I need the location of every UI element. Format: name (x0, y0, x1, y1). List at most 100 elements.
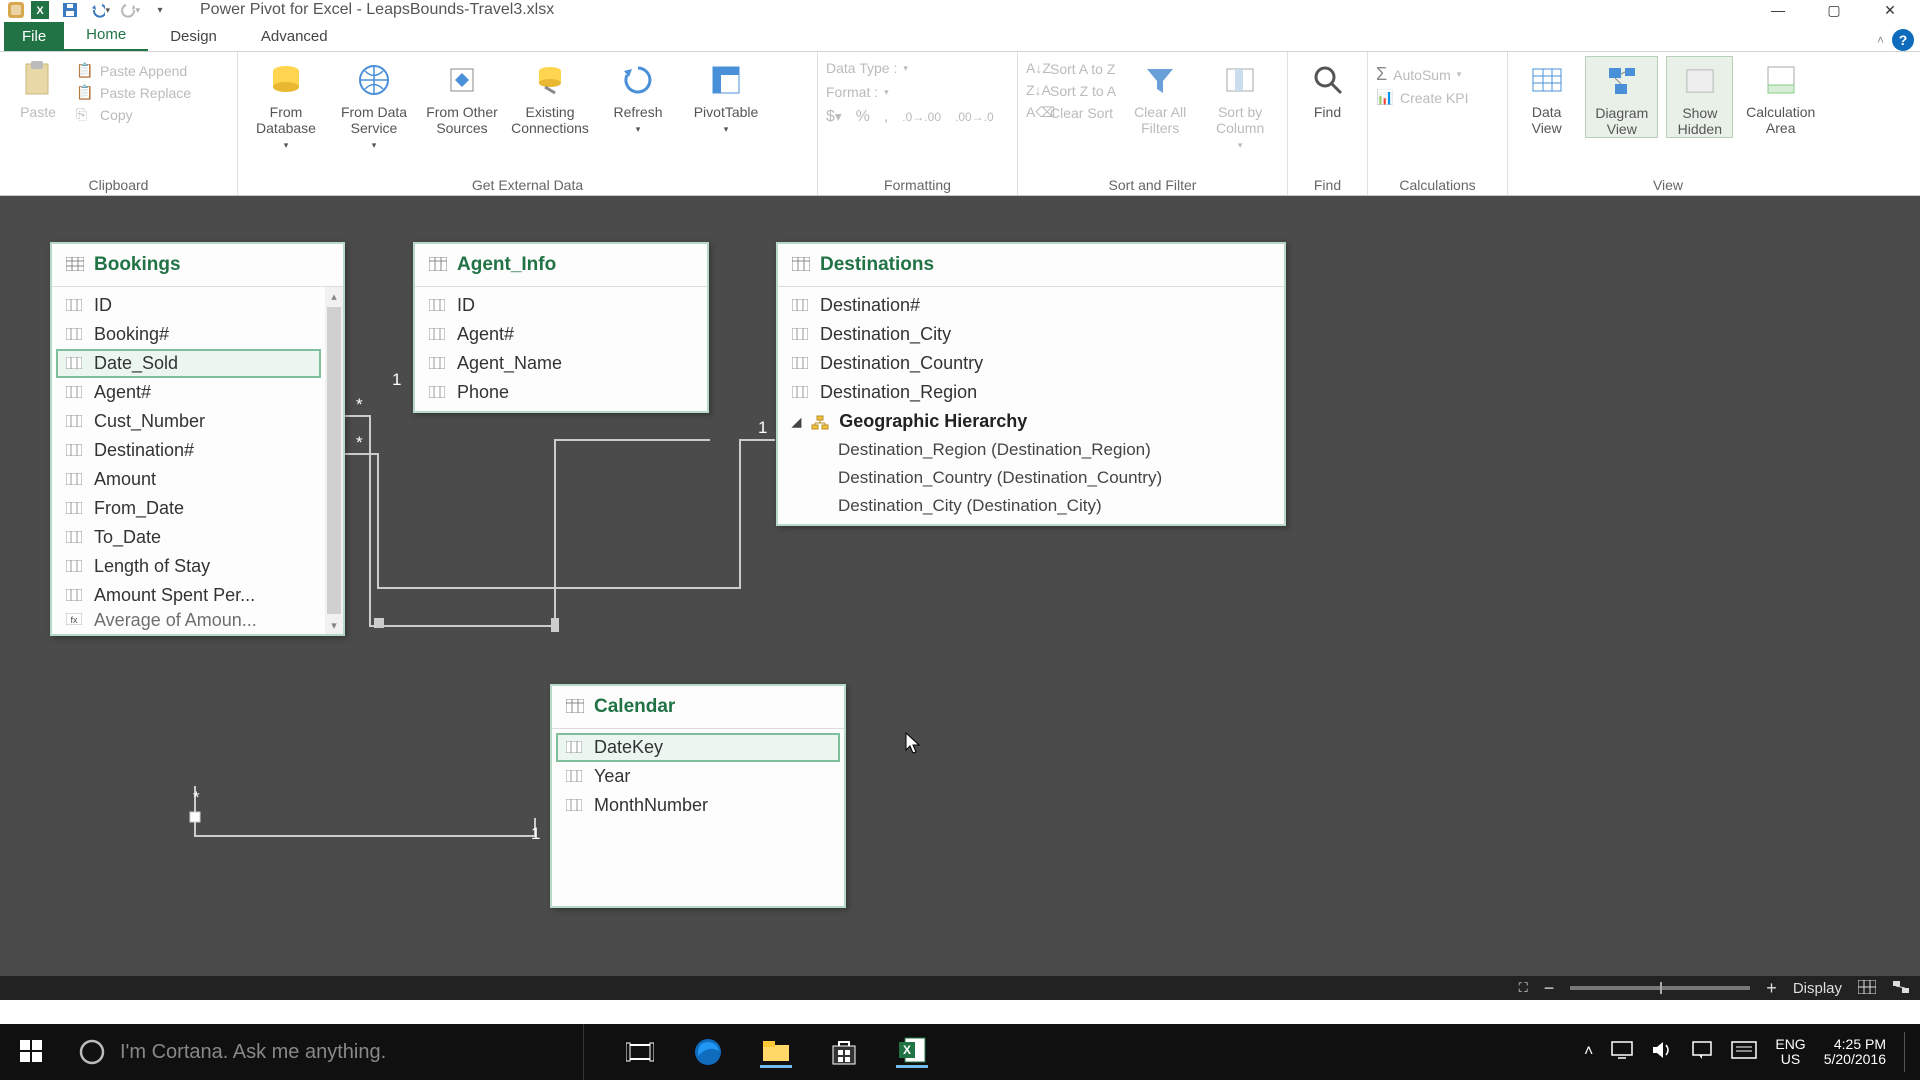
excel-icon[interactable]: X (30, 0, 50, 20)
help-icon[interactable]: ? (1892, 29, 1914, 51)
diagram-view-button[interactable]: Diagram View (1585, 56, 1658, 138)
close-button[interactable]: ✕ (1866, 0, 1914, 20)
design-tab[interactable]: Design (148, 22, 239, 51)
paste-replace-button[interactable]: 📋Paste Replace (76, 82, 191, 104)
refresh-button[interactable]: Refresh▾ (598, 56, 678, 135)
collapse-ribbon-icon[interactable]: ˄ (1877, 33, 1884, 47)
advanced-tab[interactable]: Advanced (239, 22, 350, 51)
existing-connections-button[interactable]: Existing Connections (510, 56, 590, 136)
data-type-selector[interactable]: Data Type : ▾ (826, 58, 1009, 78)
field[interactable]: Agent# (419, 320, 703, 349)
calc-area-button[interactable]: Calculation Area (1741, 56, 1820, 136)
field[interactable]: Amount (56, 465, 321, 494)
field[interactable]: Agent# (56, 378, 321, 407)
hierarchy-level[interactable]: Destination_Region (Destination_Region) (782, 436, 1280, 464)
field[interactable]: Destination_City (782, 320, 1280, 349)
scroll-thumb[interactable] (327, 307, 341, 614)
maximize-button[interactable]: ▢ (1810, 0, 1858, 20)
hierarchy-level[interactable]: Destination_Country (Destination_Country… (782, 464, 1280, 492)
sort-by-column-button[interactable]: Sort by Column▾ (1204, 56, 1276, 151)
minimize-button[interactable]: — (1754, 0, 1802, 20)
clock[interactable]: 4:25 PM5/20/2016 (1824, 1037, 1886, 1068)
edge-icon[interactable] (692, 1036, 724, 1068)
home-tab[interactable]: Home (64, 20, 148, 51)
field[interactable]: ID (419, 291, 703, 320)
tray-keyboard-icon[interactable] (1731, 1041, 1757, 1064)
hierarchy-level[interactable]: Destination_City (Destination_City) (782, 492, 1280, 520)
field[interactable]: Destination# (782, 291, 1280, 320)
table-destinations[interactable]: Destinations Destination# Destination_Ci… (776, 242, 1286, 526)
copy-button[interactable]: ⎘Copy (76, 104, 191, 126)
tray-notifications-icon[interactable] (1691, 1040, 1713, 1065)
tray-volume-icon[interactable] (1651, 1040, 1673, 1065)
find-button[interactable]: Find (1296, 56, 1359, 120)
table-calendar[interactable]: Calendar DateKey Year MonthNumber (550, 684, 846, 908)
table-bookings[interactable]: Bookings ID Booking# Date_Sold Agent# Cu… (50, 242, 345, 636)
diagram-canvas[interactable]: * * 1 1 * 1 Bookings ID Booking# Date_So… (0, 196, 1920, 976)
scroll-up-icon[interactable]: ▴ (325, 287, 343, 305)
hierarchy[interactable]: ◢Geographic Hierarchy (782, 407, 1280, 436)
paste-button[interactable]: Paste (8, 56, 68, 120)
save-icon[interactable] (60, 0, 80, 20)
data-view-button[interactable]: Data View (1516, 56, 1577, 136)
field[interactable]: MonthNumber (556, 791, 840, 820)
task-view-icon[interactable] (624, 1036, 656, 1068)
field[interactable]: Destination# (56, 436, 321, 465)
fit-screen-icon[interactable]: ⛶ (1519, 980, 1528, 996)
table-agent-info[interactable]: Agent_Info ID Agent# Agent_Name Phone (413, 242, 709, 413)
start-button[interactable] (0, 1024, 64, 1080)
field[interactable]: Destination_Country (782, 349, 1280, 378)
field[interactable]: Destination_Region (782, 378, 1280, 407)
clear-filters-button[interactable]: Clear All Filters (1124, 56, 1196, 136)
field[interactable]: Cust_Number (56, 407, 321, 436)
scrollbar[interactable]: ▴ ▾ (325, 287, 343, 634)
pivottable-button[interactable]: PivotTable▾ (686, 56, 766, 135)
field[interactable]: ID (56, 291, 321, 320)
zoom-out-icon[interactable]: − (1544, 978, 1555, 999)
from-database-button[interactable]: From Database▾ (246, 56, 326, 151)
comma-icon[interactable]: , (884, 108, 888, 126)
create-kpi-button[interactable]: 📊Create KPI (1376, 87, 1468, 109)
file-explorer-icon[interactable] (760, 1036, 792, 1068)
paste-append-button[interactable]: 📋Paste Append (76, 60, 191, 82)
show-hidden-button[interactable]: Show Hidden (1666, 56, 1733, 138)
from-other-sources-button[interactable]: From Other Sources (422, 56, 502, 136)
tray-chevron-icon[interactable]: ˄ (1584, 1043, 1593, 1061)
sort-az-button[interactable]: A↓ZSort A to Z (1026, 58, 1116, 80)
grid-view-icon[interactable] (1858, 980, 1876, 997)
sort-za-button[interactable]: Z↓ASort Z to A (1026, 80, 1116, 102)
excel-taskbar-icon[interactable]: X (896, 1036, 928, 1068)
zoom-slider[interactable] (1570, 986, 1750, 990)
expand-icon[interactable]: ◢ (792, 415, 801, 429)
cortana-search[interactable]: I'm Cortana. Ask me anything. (64, 1024, 584, 1080)
diagram-view-icon[interactable] (1892, 980, 1910, 997)
field[interactable]: From_Date (56, 494, 321, 523)
qat-customize-icon[interactable]: ▾ (150, 0, 170, 20)
decrease-decimal-icon[interactable]: .00→.0 (955, 110, 994, 124)
undo-icon[interactable]: ▾ (90, 0, 110, 20)
increase-decimal-icon[interactable]: .0→.00 (902, 110, 941, 124)
scroll-down-icon[interactable]: ▾ (325, 616, 343, 634)
field[interactable]: fxAverage of Amoun... (56, 610, 321, 630)
field-selected[interactable]: DateKey (556, 733, 840, 762)
from-data-service-button[interactable]: From Data Service▾ (334, 56, 414, 151)
store-icon[interactable] (828, 1036, 860, 1068)
field[interactable]: To_Date (56, 523, 321, 552)
autosum-button[interactable]: ΣAutoSum ▾ (1376, 62, 1468, 87)
file-tab[interactable]: File (4, 22, 64, 51)
show-desktop-button[interactable] (1904, 1032, 1910, 1072)
redo-icon[interactable]: ▾ (120, 0, 140, 20)
format-selector[interactable]: Format : ▾ (826, 82, 1009, 102)
field[interactable]: Amount Spent Per... (56, 581, 321, 610)
field[interactable]: Agent_Name (419, 349, 703, 378)
field-selected[interactable]: Date_Sold (56, 349, 321, 378)
field[interactable]: Booking# (56, 320, 321, 349)
clear-sort-button[interactable]: A⌫Clear Sort (1026, 102, 1116, 124)
zoom-in-icon[interactable]: + (1766, 978, 1777, 999)
percent-icon[interactable]: % (856, 108, 870, 126)
currency-icon[interactable]: $▾ (826, 108, 842, 126)
tray-display-icon[interactable] (1611, 1041, 1633, 1064)
field[interactable]: Phone (419, 378, 703, 407)
field[interactable]: Length of Stay (56, 552, 321, 581)
field[interactable]: Year (556, 762, 840, 791)
